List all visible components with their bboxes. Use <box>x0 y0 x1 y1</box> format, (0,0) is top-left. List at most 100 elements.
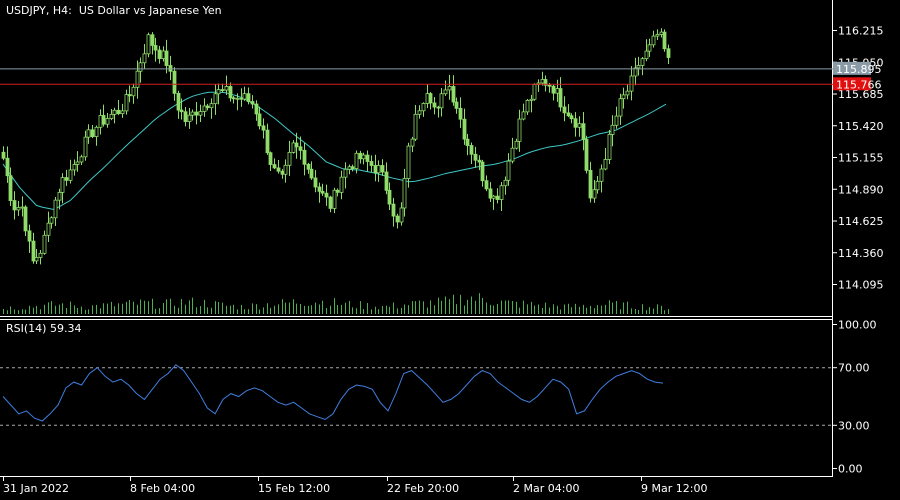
candle-body[interactable] <box>31 240 36 262</box>
candle-body[interactable] <box>194 111 199 116</box>
candle-body[interactable] <box>213 93 218 105</box>
candle-body[interactable] <box>276 167 281 172</box>
candle-body[interactable] <box>291 142 296 153</box>
candle-body[interactable] <box>209 103 214 109</box>
candle-body[interactable] <box>462 118 467 140</box>
candle-body[interactable] <box>436 106 441 109</box>
rsi-axis[interactable]: 100.00 70.00 30.00 0.00 <box>833 319 877 476</box>
candle-body[interactable] <box>406 145 411 179</box>
candle-body[interactable] <box>644 50 649 60</box>
candle-body[interactable] <box>347 166 352 170</box>
candle-body[interactable] <box>16 207 21 211</box>
candle-body[interactable] <box>532 84 537 100</box>
candle-body[interactable] <box>60 177 65 193</box>
candle-body[interactable] <box>551 85 556 94</box>
candle-body[interactable] <box>231 97 236 100</box>
candle-body[interactable] <box>588 169 593 199</box>
candle-body[interactable] <box>618 98 623 117</box>
candle-body[interactable] <box>488 188 493 199</box>
candle-body[interactable] <box>473 153 478 161</box>
candle-body[interactable] <box>94 126 99 137</box>
candle-body[interactable] <box>354 152 359 169</box>
candle-body[interactable] <box>387 189 392 205</box>
candle-body[interactable] <box>425 93 430 104</box>
candle-body[interactable] <box>584 139 589 171</box>
candle-body[interactable] <box>254 103 259 115</box>
candle-body[interactable] <box>257 113 262 127</box>
candle-body[interactable] <box>607 134 612 160</box>
candle-body[interactable] <box>187 114 192 122</box>
candle-body[interactable] <box>540 79 545 84</box>
candle-body[interactable] <box>283 164 288 175</box>
candle-body[interactable] <box>469 145 474 155</box>
candle-body[interactable] <box>358 152 363 160</box>
candle-body[interactable] <box>595 180 600 191</box>
candle-body[interactable] <box>309 168 314 179</box>
candle-body[interactable] <box>216 89 221 95</box>
candle-body[interactable] <box>447 86 452 91</box>
candle-body[interactable] <box>183 111 188 122</box>
candle-body[interactable] <box>562 106 567 114</box>
candle-body[interactable] <box>75 161 80 165</box>
candle-body[interactable] <box>647 44 652 52</box>
candle-body[interactable] <box>328 196 333 209</box>
candle-body[interactable] <box>365 154 370 162</box>
candle-body[interactable] <box>499 185 504 200</box>
candle-body[interactable] <box>402 178 407 209</box>
candle-body[interactable] <box>306 163 311 170</box>
candle-body[interactable] <box>49 217 54 224</box>
candle-body[interactable] <box>439 93 444 109</box>
candle-body[interactable] <box>339 176 344 193</box>
candle-body[interactable] <box>42 234 47 254</box>
candle-body[interactable] <box>34 257 39 262</box>
candle-body[interactable] <box>417 110 422 115</box>
candle-body[interactable] <box>555 88 560 94</box>
candle-body[interactable] <box>324 192 329 198</box>
candle-body[interactable] <box>101 115 106 125</box>
candle-body[interactable] <box>46 222 51 236</box>
candle-body[interactable] <box>361 154 366 160</box>
candle-body[interactable] <box>566 112 571 117</box>
candle-body[interactable] <box>38 252 43 258</box>
candle-body[interactable] <box>127 94 132 97</box>
candle-body[interactable] <box>477 159 482 163</box>
candle-body[interactable] <box>517 118 522 142</box>
candle-body[interactable] <box>86 129 91 138</box>
candle-body[interactable] <box>662 31 667 50</box>
candle-body[interactable] <box>64 177 69 181</box>
candle-body[interactable] <box>666 48 671 58</box>
candle-body[interactable] <box>239 97 244 100</box>
candle-body[interactable] <box>521 111 526 120</box>
candle-body[interactable] <box>220 89 225 92</box>
candle-body[interactable] <box>298 146 303 151</box>
candle-body[interactable] <box>599 168 604 182</box>
candle-body[interactable] <box>443 89 448 95</box>
candle-body[interactable] <box>629 75 634 92</box>
candle-body[interactable] <box>20 206 25 209</box>
candle-body[interactable] <box>376 165 381 174</box>
candle-body[interactable] <box>373 165 378 174</box>
candle-body[interactable] <box>83 136 88 158</box>
candle-body[interactable] <box>205 105 210 109</box>
candle-body[interactable] <box>116 109 121 115</box>
candle-body[interactable] <box>5 157 10 177</box>
candle-body[interactable] <box>138 62 143 72</box>
candle-body[interactable] <box>484 180 489 190</box>
candle-body[interactable] <box>547 84 552 87</box>
candle-body[interactable] <box>131 86 136 97</box>
candle-body[interactable] <box>153 45 158 51</box>
candle-body[interactable] <box>577 123 582 128</box>
candle-body[interactable] <box>190 111 195 116</box>
candle-body[interactable] <box>1 151 6 159</box>
candle-body[interactable] <box>224 86 229 91</box>
candle-body[interactable] <box>172 70 177 94</box>
candle-body[interactable] <box>573 118 578 128</box>
candles-layer[interactable] <box>1 28 671 265</box>
candle-body[interactable] <box>636 65 641 69</box>
candle-body[interactable] <box>265 129 270 154</box>
candle-body[interactable] <box>343 168 348 178</box>
candle-body[interactable] <box>391 203 396 217</box>
candle-body[interactable] <box>23 206 28 232</box>
candle-body[interactable] <box>228 86 233 99</box>
candle-body[interactable] <box>135 70 140 88</box>
